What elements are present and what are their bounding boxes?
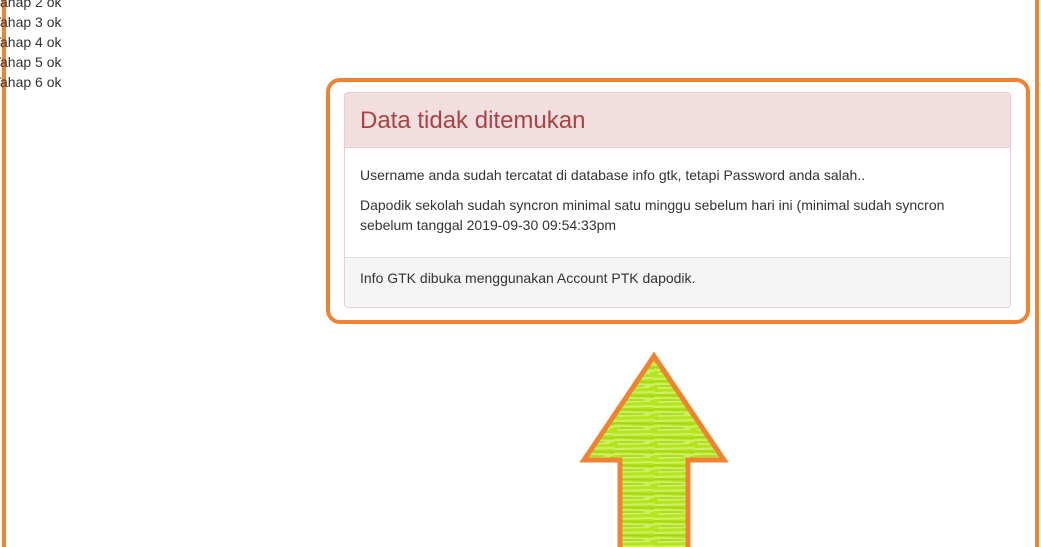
log-line: Tahap 3 ok [0,14,62,30]
panel-title: Data tidak ditemukan [360,107,586,134]
error-panel: Data tidak ditemukan Username anda sudah… [344,92,1011,308]
log-line: Tahap 4 ok [0,34,62,50]
log-line: Tahap 6 ok [0,74,62,90]
password-error-message: Username anda sudah tercatat di database… [360,167,866,183]
panel-heading: Data tidak ditemukan [345,93,1010,148]
progress-log: Tahap 2 ok Tahap 3 ok Tahap 4 ok Tahap 5… [0,0,120,92]
sync-requirement-message: Dapodik sekolah sudah syncron minimal sa… [360,197,945,233]
up-arrow-icon [579,351,729,547]
log-line: Tahap 5 ok [0,54,62,70]
annotation-frame-right [1035,0,1039,547]
footer-note: Info GTK dibuka menggunakan Account PTK … [360,270,696,286]
panel-body: Username anda sudah tercatat di database… [345,148,1010,258]
log-line: Tahap 2 ok [0,0,62,10]
panel-footer: Info GTK dibuka menggunakan Account PTK … [345,257,1010,307]
page: Tahap 2 ok Tahap 3 ok Tahap 4 ok Tahap 5… [0,0,1041,547]
